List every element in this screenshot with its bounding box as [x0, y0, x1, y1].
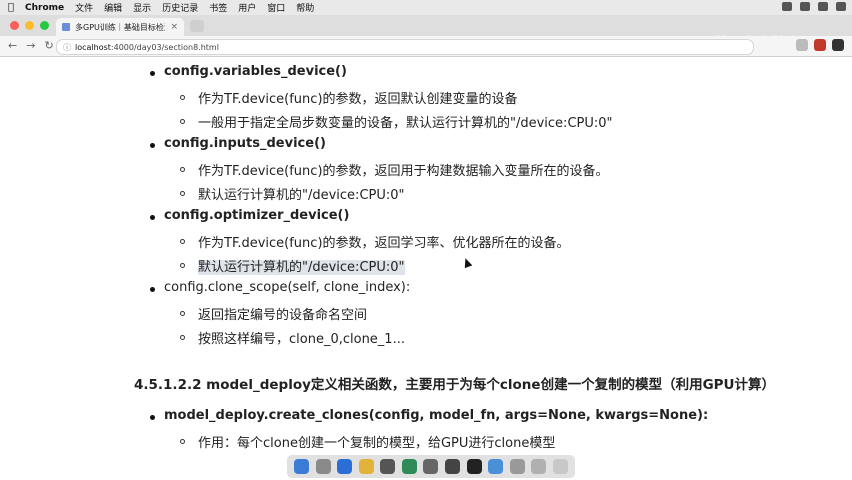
new-tab-button[interactable] [190, 20, 204, 32]
safari-icon[interactable] [337, 459, 353, 474]
menu-item-view[interactable]: 显示 [133, 1, 151, 14]
app-icon[interactable] [509, 459, 525, 474]
bullet-icon [180, 191, 185, 196]
menu-item-edit[interactable]: 编辑 [104, 1, 122, 14]
menu-app-name[interactable]: Chrome [25, 3, 64, 13]
bullet-icon [180, 335, 185, 340]
bullet-icon [180, 239, 185, 244]
page-content: config.variables_device() 作为TF.device(fu… [0, 57, 852, 480]
favicon-icon [62, 23, 70, 31]
mouse-cursor-icon [461, 256, 473, 269]
preview-icon[interactable] [444, 459, 460, 474]
address-bar: ← → ↻ ⓘ localhost:4000/day03/section8.ht… [0, 36, 852, 57]
menu-bar:  Chrome 文件 编辑 显示 历史记录 书签 用户 窗口 帮助 [0, 0, 852, 15]
extensions [796, 39, 844, 51]
status-tray [782, 2, 846, 11]
tab-title: 多GPU训练｜基础目标检测课件 [75, 22, 165, 32]
bullet-icon [180, 119, 185, 124]
zoom-window-icon[interactable] [40, 21, 49, 30]
forward-icon[interactable]: → [26, 39, 35, 52]
menu-item-bookmarks[interactable]: 书签 [209, 1, 227, 14]
func-desc: 作为TF.device(func)的参数，返回用于构建数据输入变量所在的设备。 [198, 164, 609, 179]
minimize-window-icon[interactable] [25, 21, 34, 30]
func-name: config.variables_device() [164, 64, 347, 79]
url-path: :4000/day03/section8.html [110, 42, 219, 52]
window-controls [10, 21, 49, 30]
nav-buttons: ← → ↻ [8, 39, 54, 52]
tray-icon[interactable] [836, 2, 846, 11]
info-icon[interactable]: ⓘ [63, 42, 71, 53]
menu-item-help[interactable]: 帮助 [296, 1, 314, 14]
menu-item-history[interactable]: 历史记录 [162, 1, 198, 14]
trash-icon[interactable] [552, 459, 568, 474]
func-desc: 默认运行计算机的"/device:CPU:0" [198, 256, 405, 275]
func-desc: 一般用于指定全局步数变量的设备，默认运行计算机的"/device:CPU:0" [198, 116, 613, 131]
func-name: config.inputs_device() [164, 136, 326, 151]
func-desc: 作用：每个clone创建一个复制的模型，给GPU进行clone模型 [198, 436, 556, 451]
terminal-icon[interactable] [466, 459, 482, 474]
bullet-icon [180, 95, 185, 100]
func-desc: 作为TF.device(func)的参数，返回学习率、优化器所在的设备。 [198, 236, 570, 251]
launchpad-icon[interactable] [315, 459, 331, 474]
chrome-icon[interactable] [358, 459, 374, 474]
menu-item-window[interactable]: 窗口 [267, 1, 285, 14]
reload-icon[interactable]: ↻ [44, 39, 53, 52]
tray-icon[interactable] [782, 2, 792, 11]
notes-icon[interactable] [380, 459, 396, 474]
func-name: model_deploy.create_clones(config, model… [164, 408, 709, 423]
dock [287, 455, 575, 478]
menu-icon[interactable] [832, 39, 844, 51]
url-host: localhost [75, 42, 111, 52]
close-window-icon[interactable] [10, 21, 19, 30]
bullet-icon [150, 415, 155, 420]
func-desc-highlighted: 默认运行计算机的"/device:CPU:0" [198, 260, 405, 275]
menu-item-people[interactable]: 用户 [238, 1, 256, 14]
pycharm-icon[interactable] [401, 459, 417, 474]
bullet-icon [180, 439, 185, 444]
finder-icon[interactable] [294, 459, 310, 474]
tray-icon[interactable] [818, 2, 828, 11]
extension-icon[interactable] [814, 39, 826, 51]
bullet-icon [180, 263, 185, 268]
back-icon[interactable]: ← [8, 39, 17, 52]
keynote-icon[interactable] [488, 459, 504, 474]
func-name: config.optimizer_device() [164, 208, 350, 223]
func-desc: 默认运行计算机的"/device:CPU:0" [198, 188, 405, 203]
tray-icon[interactable] [800, 2, 810, 11]
bullet-icon [180, 167, 185, 172]
tab-strip: 多GPU训练｜基础目标检测课件 × AI学习人在路上 [0, 15, 852, 51]
bullet-icon [150, 143, 155, 148]
func-desc: 按照这样编号，clone_0,clone_1... [198, 332, 405, 347]
bullet-icon [150, 71, 155, 76]
folder-icon[interactable] [531, 459, 547, 474]
bullet-icon [150, 215, 155, 220]
browser-tab[interactable]: 多GPU训练｜基础目标检测课件 × [56, 18, 184, 36]
apple-icon[interactable]:  [8, 2, 14, 13]
extension-icon[interactable] [796, 39, 808, 51]
func-desc: 作为TF.device(func)的参数，返回默认创建变量的设备 [198, 92, 518, 107]
url-input[interactable]: ⓘ localhost:4000/day03/section8.html [56, 39, 754, 55]
settings-icon[interactable] [423, 459, 439, 474]
close-tab-icon[interactable]: × [170, 22, 178, 32]
section-heading: 4.5.1.2.2 model_deploy定义相关函数，主要用于为每个clon… [134, 377, 776, 393]
bullet-icon [180, 311, 185, 316]
func-desc: 返回指定编号的设备命名空间 [198, 308, 368, 323]
menu-item-file[interactable]: 文件 [75, 1, 93, 14]
func-name: config.clone_scope(self, clone_index): [164, 280, 411, 295]
bullet-icon [150, 287, 155, 292]
